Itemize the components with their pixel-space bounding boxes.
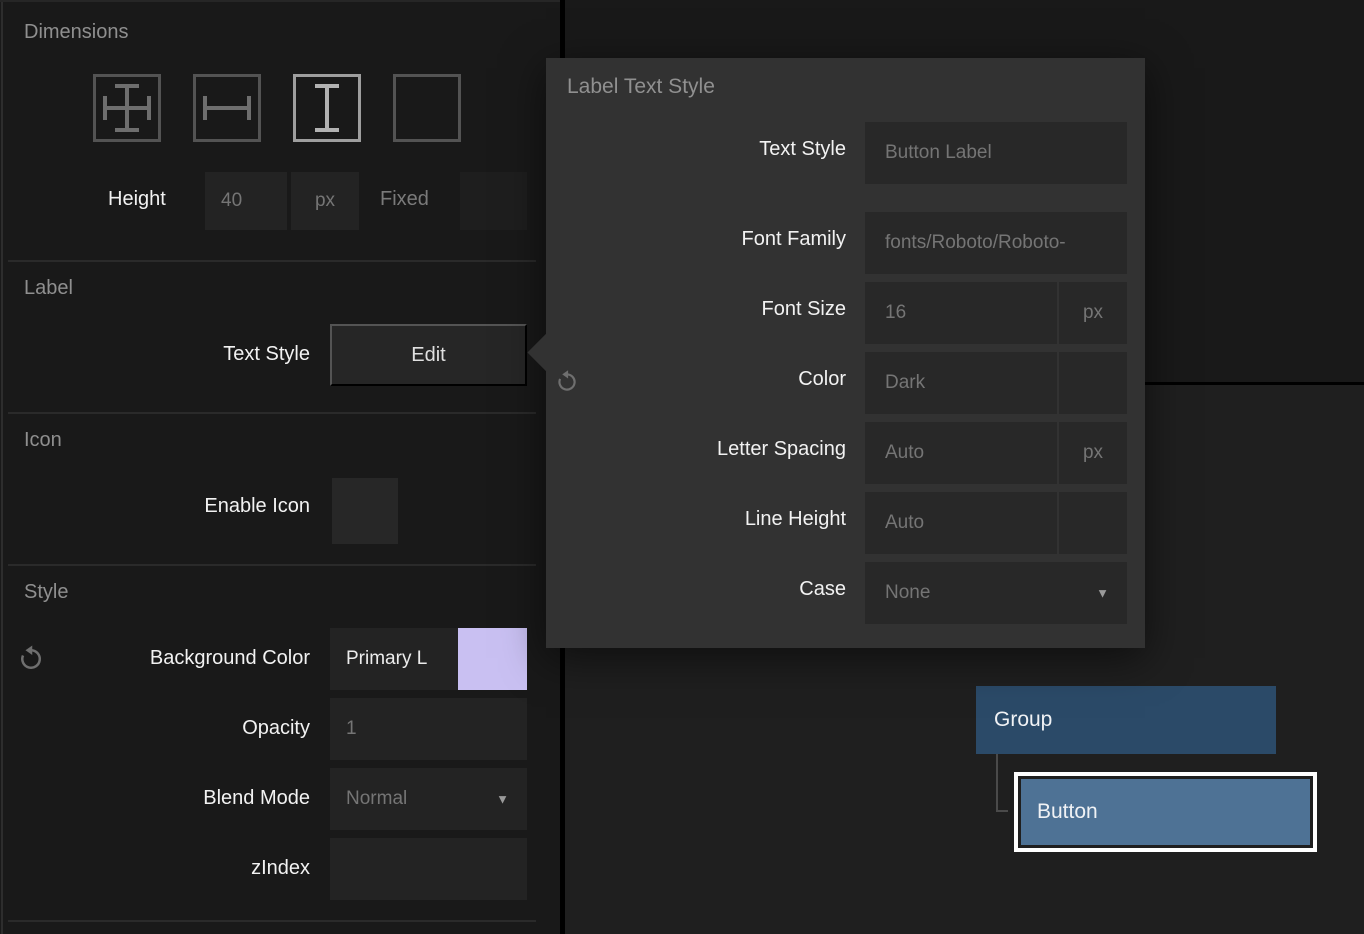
popup-case-select[interactable]: None ▼ xyxy=(865,562,1127,624)
opacity-label: Opacity xyxy=(110,717,310,740)
blend-mode-label: Blend Mode xyxy=(110,787,310,810)
popup-color-input[interactable]: Dark xyxy=(865,352,1057,414)
popup-case-value: None xyxy=(885,582,930,604)
popup-color-label: Color xyxy=(546,368,846,391)
button-node-label: Button xyxy=(1037,800,1098,824)
height-unit-button[interactable]: px xyxy=(291,172,359,230)
height-input[interactable]: 40 xyxy=(205,172,287,230)
canvas-group-node[interactable]: Group xyxy=(976,686,1276,754)
canvas-button-node[interactable]: Button xyxy=(1021,779,1310,845)
popup-letter-spacing-unit-button[interactable]: px xyxy=(1059,422,1127,484)
section-title-style: Style xyxy=(24,581,68,604)
popup-text-style-input[interactable]: Button Label xyxy=(865,122,1127,184)
height-label: Height xyxy=(108,188,166,211)
section-title-dimensions: Dimensions xyxy=(24,21,128,44)
popup-letter-spacing-input[interactable]: Auto xyxy=(865,422,1057,484)
section-title-icon: Icon xyxy=(24,429,62,452)
section-title-label: Label xyxy=(24,277,73,300)
popup-letter-spacing-label: Letter Spacing xyxy=(546,438,846,461)
chevron-down-icon: ▼ xyxy=(1096,586,1109,601)
popup-line-height-unit-button[interactable] xyxy=(1059,492,1127,554)
reset-icon[interactable] xyxy=(16,644,46,674)
zindex-input[interactable] xyxy=(330,838,527,900)
label-text-style-popup: Label Text Style Text Style Button Label… xyxy=(546,58,1145,648)
section-divider xyxy=(8,564,536,566)
opacity-input[interactable]: 1 xyxy=(330,698,527,760)
blend-mode-select[interactable]: Normal ▼ xyxy=(330,768,527,830)
popup-font-size-label: Font Size xyxy=(546,298,846,321)
section-divider xyxy=(8,260,536,262)
chevron-down-icon: ▼ xyxy=(496,792,509,807)
group-node-label: Group xyxy=(994,708,1052,732)
size-mode-fill-both-button[interactable] xyxy=(93,74,161,142)
zindex-label: zIndex xyxy=(110,857,310,880)
background-color-label: Background Color xyxy=(60,647,310,670)
size-mode-fixed-height-button[interactable] xyxy=(293,74,361,142)
popup-text-style-label: Text Style xyxy=(546,138,846,161)
popup-line-height-input[interactable]: Auto xyxy=(865,492,1057,554)
popup-font-size-unit-button[interactable]: px xyxy=(1059,282,1127,344)
app-window: Dimensions xyxy=(0,0,1364,934)
properties-panel: Dimensions xyxy=(0,0,560,934)
blend-mode-value: Normal xyxy=(346,788,407,810)
tree-connector-line xyxy=(996,754,998,812)
background-color-swatch[interactable] xyxy=(458,628,527,690)
section-divider xyxy=(8,412,536,414)
enable-icon-label: Enable Icon xyxy=(110,495,310,518)
popup-title: Label Text Style xyxy=(567,75,715,99)
popup-color-swatch-slot[interactable] xyxy=(1059,352,1127,414)
popup-case-label: Case xyxy=(546,578,846,601)
enable-icon-checkbox[interactable] xyxy=(332,478,398,544)
popup-font-size-input[interactable]: 16 xyxy=(865,282,1057,344)
popup-font-family-input[interactable]: fonts/Roboto/Roboto- xyxy=(865,212,1127,274)
background-color-value[interactable]: Primary L xyxy=(330,628,458,690)
text-style-label: Text Style xyxy=(110,343,310,366)
text-style-edit-button[interactable]: Edit xyxy=(330,324,527,386)
fixed-checkbox[interactable] xyxy=(460,172,527,230)
section-divider xyxy=(8,920,536,922)
popup-line-height-label: Line Height xyxy=(546,508,846,531)
popup-font-family-label: Font Family xyxy=(546,228,846,251)
canvas-button-node-selection[interactable]: Button xyxy=(1014,772,1317,852)
size-mode-fill-width-button[interactable] xyxy=(193,74,261,142)
size-mode-hug-button[interactable] xyxy=(393,74,461,142)
fixed-label: Fixed xyxy=(380,188,429,211)
tree-connector-line xyxy=(996,810,1008,812)
